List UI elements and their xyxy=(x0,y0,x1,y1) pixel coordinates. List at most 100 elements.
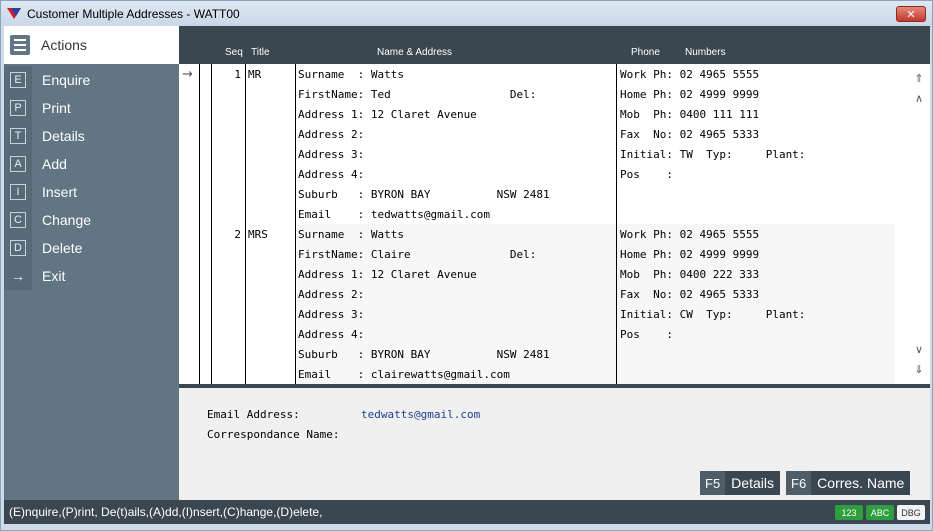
key-a-icon: A xyxy=(4,150,32,178)
address-line: FirstName: Ted Del: xyxy=(298,88,537,101)
address-line: Address 3: xyxy=(298,148,365,161)
row-seq: 1 xyxy=(234,68,241,81)
scroll-up-icon[interactable]: ∧ xyxy=(912,91,926,105)
column-divider xyxy=(616,64,617,386)
phone-line: Home Ph: 02 4999 9999 xyxy=(620,88,760,101)
address-line: FirstName: Claire Del: xyxy=(298,248,537,261)
address-line: Surname : Watts xyxy=(298,68,404,81)
address-line: Suburb : BYRON BAY NSW 2481 xyxy=(298,188,550,201)
f6-key-label: F6 xyxy=(786,471,812,495)
phone-line: Mob Ph: 0400 111 111 xyxy=(620,108,760,121)
scroll-bottom-icon[interactable]: ⇓ xyxy=(912,362,926,376)
menu-item-label: Print xyxy=(42,100,71,116)
status-text: (E)nquire,(P)rint, De(t)ails,(A)dd,(I)ns… xyxy=(9,505,323,519)
menu-item-enquire[interactable]: E Enquire xyxy=(4,66,179,94)
key-c-icon: C xyxy=(4,206,32,234)
address-line: Address 1: 12 Claret Avenue xyxy=(298,268,477,281)
phone-line: Work Ph: 02 4965 5555 xyxy=(620,68,760,81)
menu-item-label: Insert xyxy=(42,184,78,200)
header-numbers: Numbers xyxy=(685,47,726,58)
address-line: Address 4: xyxy=(298,328,365,341)
email-address-value: tedwatts@gmail.com xyxy=(361,408,481,421)
key-d-icon: D xyxy=(4,234,32,262)
address-line: Address 2: xyxy=(298,128,365,141)
grid-body: → 1 MR Surname : Watts FirstName: Ted De… xyxy=(179,64,930,386)
menu-item-label: Add xyxy=(42,156,67,172)
actions-header[interactable]: Actions xyxy=(4,26,179,64)
app-logo-icon xyxy=(7,7,21,21)
address-line: Email : clairewatts@gmail.com xyxy=(298,368,510,381)
address-line: Address 3: xyxy=(298,308,365,321)
window-bottom-edge xyxy=(4,524,930,528)
address-grid[interactable]: Seq Title Name & Address Phone Numbers →… xyxy=(179,26,930,388)
actions-label: Actions xyxy=(41,37,87,53)
key-p-icon: P xyxy=(4,94,32,122)
phone-line: Fax No: 02 4965 5333 xyxy=(620,128,760,141)
f6-label: Corres. Name xyxy=(817,475,905,491)
phone-line: Mob Ph: 0400 222 333 xyxy=(620,268,760,281)
debug-badge: DBG xyxy=(897,505,925,520)
menu-item-label: Exit xyxy=(42,268,66,284)
capslock-badge: ABC xyxy=(866,505,894,520)
menu-item-exit[interactable]: → Exit xyxy=(4,262,179,290)
menu-item-add[interactable]: A Add xyxy=(4,150,179,178)
exit-arrow-icon: → xyxy=(4,262,32,290)
scroll-down-icon[interactable]: ∨ xyxy=(912,342,926,356)
client-area: Actions E Enquire P Print T Details A Ad… xyxy=(4,26,930,528)
phone-line: Fax No: 02 4965 5333 xyxy=(620,288,760,301)
menu-item-print[interactable]: P Print xyxy=(4,94,179,122)
phone-line: Initial: CW Typ: Plant: xyxy=(620,308,806,321)
menu-item-label: Enquire xyxy=(42,72,91,88)
header-seq: Seq xyxy=(225,47,243,58)
f5-key-label: F5 xyxy=(700,471,726,495)
title-bar[interactable]: Customer Multiple Addresses - WATT00 ✕ xyxy=(1,1,932,26)
menu-item-label: Details xyxy=(42,128,85,144)
key-i-icon: I xyxy=(4,178,32,206)
row-seq: 2 xyxy=(234,228,241,241)
address-line: Suburb : BYRON BAY NSW 2481 xyxy=(298,348,550,361)
address-line: Surname : Watts xyxy=(298,228,404,241)
close-button[interactable]: ✕ xyxy=(896,6,926,22)
status-bar: (E)nquire,(P)rint, De(t)ails,(A)dd,(I)ns… xyxy=(4,500,930,524)
phone-line: Pos : xyxy=(620,168,673,181)
address-line: Address 1: 12 Claret Avenue xyxy=(298,108,477,121)
email-address-label: Email Address: xyxy=(207,408,300,421)
f6-corres-name-button[interactable]: F6 Corres. Name xyxy=(786,471,911,495)
application-window: Customer Multiple Addresses - WATT00 ✕ A… xyxy=(0,0,933,531)
row-title: MR xyxy=(248,68,262,81)
menu-item-change[interactable]: C Change xyxy=(4,206,179,234)
address-line: Email : tedwatts@gmail.com xyxy=(298,208,491,221)
phone-line: Home Ph: 02 4999 9999 xyxy=(620,248,760,261)
header-title: Title xyxy=(251,47,270,58)
menu-item-insert[interactable]: I Insert xyxy=(4,178,179,206)
key-e-icon: E xyxy=(4,66,32,94)
detail-panel: Email Address: tedwatts@gmail.com Corres… xyxy=(179,388,930,500)
phone-line: Pos : xyxy=(620,328,673,341)
phone-line: Initial: TW Typ: Plant: xyxy=(620,148,806,161)
window-title: Customer Multiple Addresses - WATT00 xyxy=(27,6,240,21)
menu-item-label: Delete xyxy=(42,240,83,256)
actions-sidebar: Actions E Enquire P Print T Details A Ad… xyxy=(4,26,179,500)
hamburger-menu-icon[interactable] xyxy=(10,35,30,55)
phone-line: Work Ph: 02 4965 5555 xyxy=(620,228,760,241)
grid-header: Seq Title Name & Address Phone Numbers xyxy=(179,26,930,64)
header-name-address: Name & Address xyxy=(377,47,453,58)
address-line: Address 4: xyxy=(298,168,365,181)
column-divider xyxy=(245,64,246,386)
f5-label: Details xyxy=(731,475,774,491)
column-divider xyxy=(295,64,296,386)
row-pointer-arrow-icon: → xyxy=(182,67,193,82)
correspondance-name-label: Correspondance Name: xyxy=(207,428,340,441)
menu-item-details[interactable]: T Details xyxy=(4,122,179,150)
actions-menu: E Enquire P Print T Details A Add I Inse… xyxy=(4,66,179,290)
column-divider xyxy=(211,64,212,386)
key-t-icon: T xyxy=(4,122,32,150)
menu-item-delete[interactable]: D Delete xyxy=(4,234,179,262)
column-divider xyxy=(199,64,200,386)
address-line: Address 2: xyxy=(298,288,365,301)
menu-item-label: Change xyxy=(42,212,92,228)
header-phone: Phone xyxy=(631,47,660,58)
f5-details-button[interactable]: F5 Details xyxy=(700,471,780,495)
scroll-top-icon[interactable]: ⇑ xyxy=(912,71,926,85)
numlock-badge: 123 xyxy=(835,505,863,520)
